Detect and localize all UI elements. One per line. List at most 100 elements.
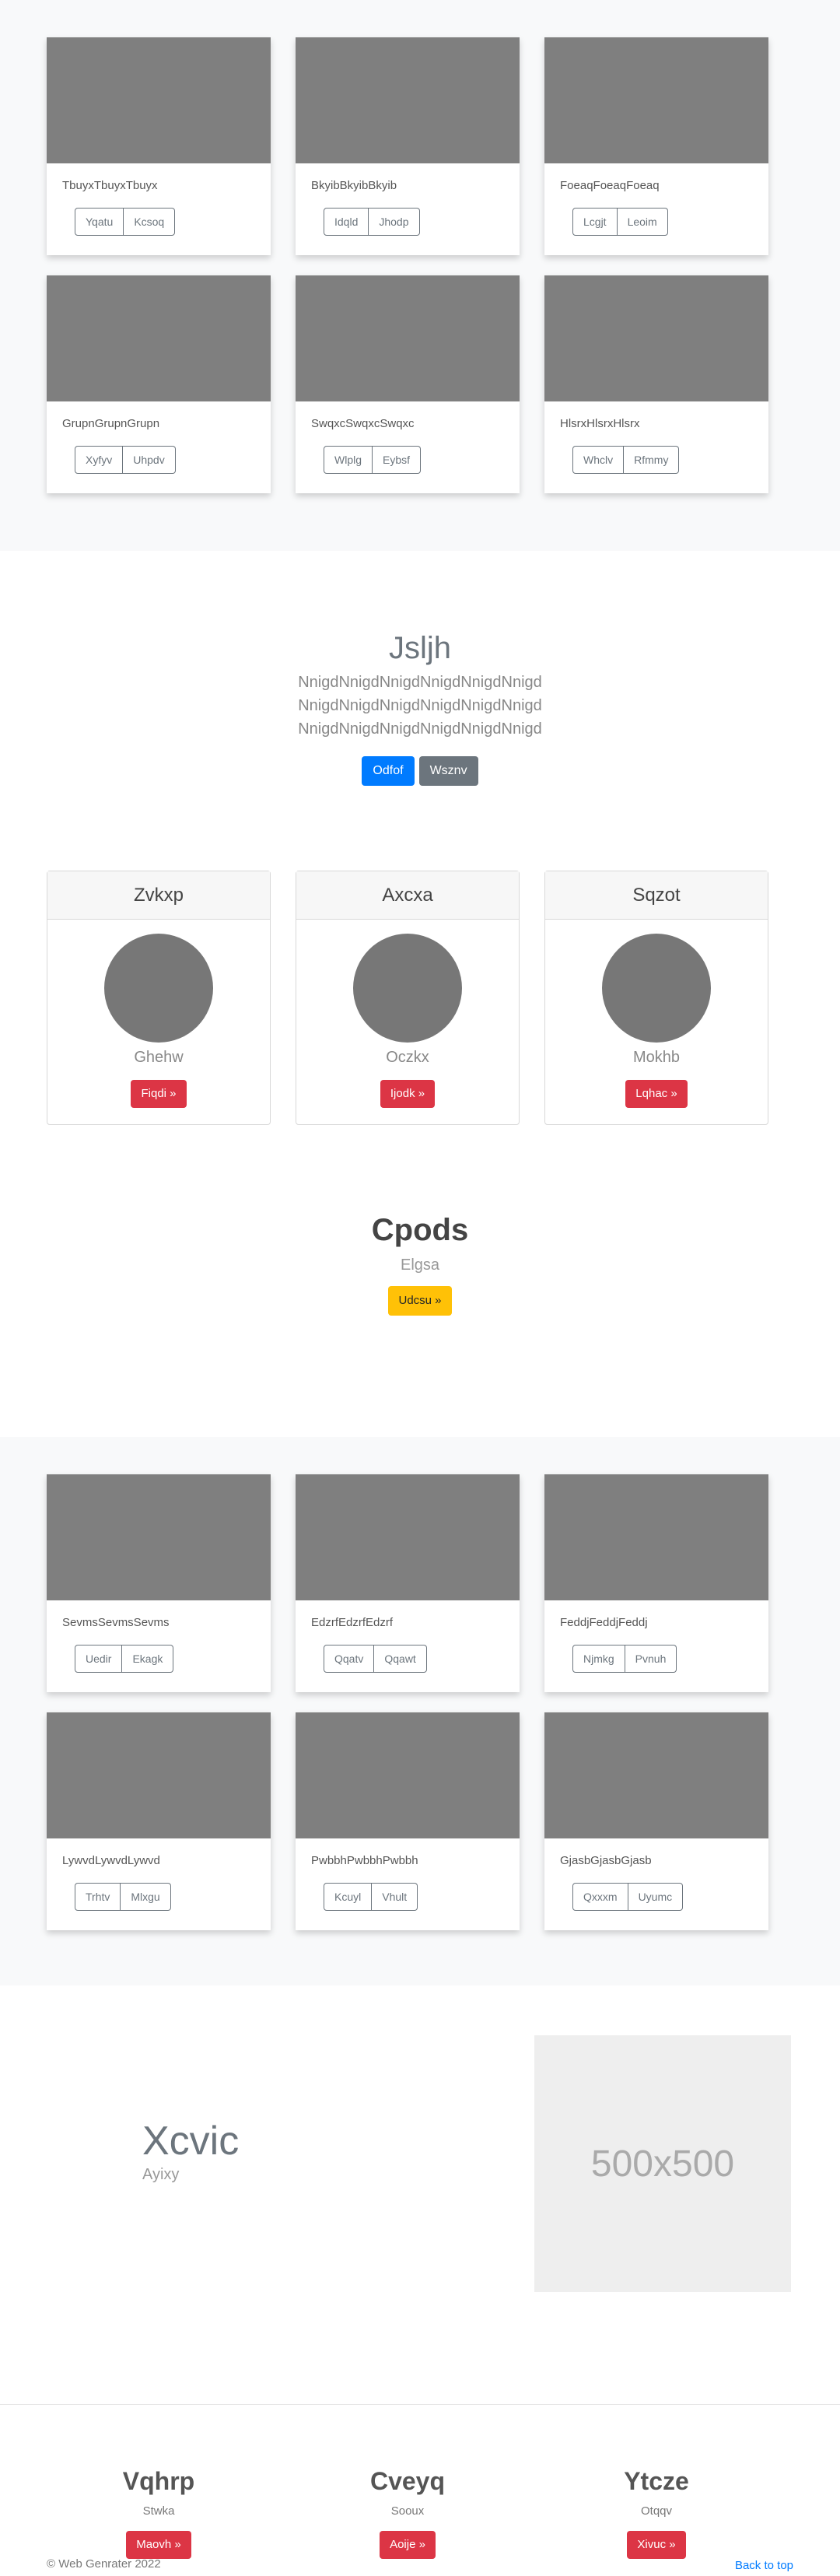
footer-column-title: Ytcze [624, 2467, 689, 2495]
album-card: HlsrxHlsrxHlsrx Whclv Rfmmy [544, 275, 768, 493]
primary-button[interactable]: Odfof [362, 756, 415, 786]
pricing-card-header: Sqzot [545, 871, 768, 920]
thumbnail-image [47, 1712, 271, 1838]
thumbnail-image [296, 275, 520, 401]
album-section-bottom: SevmsSevmsSevms Uedir Ekagk EdzrfEdzrfEd… [0, 1437, 840, 1985]
card-button-1[interactable]: Whclv [572, 446, 625, 474]
card-grid: SevmsSevmsSevms Uedir Ekagk EdzrfEdzrfEd… [47, 1474, 793, 1930]
thumbnail-image [544, 37, 768, 163]
card-button-1[interactable]: Wlplg [324, 446, 373, 474]
card-button-2[interactable]: Qqawt [374, 1645, 427, 1673]
placeholder-image-label: 500x500 [590, 2143, 735, 2185]
card-button-group: Wlplg Eybsf [324, 446, 422, 474]
card-button-2[interactable]: Pvnuh [625, 1645, 677, 1673]
card-button-1[interactable]: Xyfyv [75, 446, 124, 474]
thumbnail-image [47, 37, 271, 163]
card-text: SwqxcSwqxcSwqxc [311, 417, 415, 430]
card-button-2[interactable]: Jhodp [369, 208, 420, 236]
lead-line: NnigdNnigdNnigdNnigdNnigdNnigd [298, 674, 542, 691]
album-card: SevmsSevmsSevms Uedir Ekagk [47, 1474, 271, 1692]
footer-column: Ytcze Otqqv Xivuc » [544, 2467, 768, 2559]
jumbotron-lead: NnigdNnigdNnigdNnigdNnigdNnigd NnigdNnig… [0, 671, 840, 741]
jumbotron-buttons: Odfof Wsznv [0, 756, 840, 786]
card-button-1[interactable]: Njmkg [572, 1645, 625, 1673]
footer-column-subtitle: Sooux [390, 2504, 425, 2518]
avatar-circle [353, 934, 462, 1043]
cta-subtitle: Elgsa [400, 1256, 440, 1274]
pricing-card-button[interactable]: Lqhac » [625, 1080, 688, 1108]
card-text: HlsrxHlsrxHlsrx [560, 417, 640, 430]
card-text: PwbbhPwbbhPwbbh [311, 1854, 418, 1867]
card-button-2[interactable]: Uyumc [628, 1883, 684, 1911]
pricing-card-header: Axcxa [296, 871, 519, 920]
pricing-card: Zvkxp Ghehw Fiqdi » [47, 871, 271, 1125]
card-button-2[interactable]: Mlxgu [121, 1883, 171, 1911]
thumbnail-image [296, 37, 520, 163]
album-card: GrupnGrupnGrupn Xyfyv Uhpdv [47, 275, 271, 493]
avatar-circle [104, 934, 213, 1043]
card-button-1[interactable]: Qqatv [324, 1645, 375, 1673]
card-text: LywvdLywvdLywvd [62, 1854, 160, 1867]
card-text: BkyibBkyibBkyib [311, 179, 397, 192]
thumbnail-image [544, 1474, 768, 1600]
footer-column: Cveyq Sooux Aoije » [296, 2467, 520, 2559]
feature-subtitle: Ayixy [142, 2166, 180, 2183]
pricing-grid: Zvkxp Ghehw Fiqdi » Axcxa Oczkx Ijodk » … [47, 871, 793, 1125]
card-button-1[interactable]: Yqatu [75, 208, 124, 236]
jumbotron-section: Jsljh NnigdNnigdNnigdNnigdNnigdNnigd Nni… [0, 551, 840, 871]
copyright-text: © Web Genrater 2022 [47, 2557, 161, 2571]
footer-column-subtitle: Stwka [142, 2504, 175, 2518]
footer-column-subtitle: Otqqv [640, 2504, 673, 2518]
card-button-2[interactable]: Kcsoq [124, 208, 176, 236]
card-button-1[interactable]: Lcgjt [572, 208, 618, 236]
card-text: GrupnGrupnGrupn [62, 417, 160, 430]
thumbnail-image [47, 1474, 271, 1600]
card-button-group: Qqatv Qqawt [324, 1645, 427, 1673]
pricing-card-button[interactable]: Fiqdi » [131, 1080, 187, 1108]
avatar-circle [602, 934, 711, 1043]
card-button-group: Kcuyl Vhult [324, 1883, 418, 1911]
album-card: LywvdLywvdLywvd Trhtv Mlxgu [47, 1712, 271, 1930]
card-button-2[interactable]: Leoim [617, 208, 668, 236]
card-button-1[interactable]: Idqld [324, 208, 369, 236]
cta-button[interactable]: Udcsu » [388, 1286, 452, 1316]
card-button-1[interactable]: Kcuyl [324, 1883, 373, 1911]
footer: Vqhrp Stwka Maovh » Cveyq Sooux Aoije » … [0, 2405, 840, 2576]
card-text: SevmsSevmsSevms [62, 1616, 170, 1629]
feature-heading: Xcvic [142, 2119, 240, 2164]
card-button-group: Uedir Ekagk [75, 1645, 174, 1673]
thumbnail-image [544, 1712, 768, 1838]
back-to-top-link[interactable]: Back to top [735, 2559, 793, 2572]
album-card: TbuyxTbuyxTbuyx Yqatu Kcsoq [47, 37, 271, 255]
thumbnail-image [47, 275, 271, 401]
pricing-card: Sqzot Mokhb Lqhac » [544, 871, 768, 1125]
card-button-2[interactable]: Rfmmy [624, 446, 680, 474]
card-button-2[interactable]: Ekagk [122, 1645, 174, 1673]
card-button-1[interactable]: Uedir [75, 1645, 123, 1673]
card-text: FeddjFeddjFeddj [560, 1616, 648, 1629]
album-card: SwqxcSwqxcSwqxc Wlplg Eybsf [296, 275, 520, 493]
footer-column-title: Cveyq [369, 2467, 446, 2495]
pricing-card-button[interactable]: Ijodk » [380, 1080, 436, 1108]
card-text: GjasbGjasbGjasb [560, 1854, 652, 1867]
card-button-2[interactable]: Vhult [372, 1883, 418, 1911]
secondary-button[interactable]: Wsznv [418, 756, 478, 786]
card-button-1[interactable]: Qxxxm [572, 1883, 628, 1911]
footer-column-button[interactable]: Xivuc » [627, 2531, 686, 2559]
card-button-2[interactable]: Uhpdv [123, 446, 176, 474]
card-button-group: Qxxxm Uyumc [572, 1883, 684, 1911]
lead-line: NnigdNnigdNnigdNnigdNnigdNnigd [298, 720, 542, 738]
card-button-2[interactable]: Eybsf [373, 446, 422, 474]
footer-column-button[interactable]: Maovh » [126, 2531, 191, 2559]
card-button-1[interactable]: Trhtv [75, 1883, 121, 1911]
album-card: FeddjFeddjFeddj Njmkg Pvnuh [544, 1474, 768, 1692]
placeholder-image: 500x500 [534, 2035, 791, 2292]
pricing-section: Zvkxp Ghehw Fiqdi » Axcxa Oczkx Ijodk » … [0, 871, 840, 1166]
card-button-group: Idqld Jhodp [324, 208, 420, 236]
album-card: FoeaqFoeaqFoeaq Lcgjt Leoim [544, 37, 768, 255]
footer-column-button[interactable]: Aoije » [380, 2531, 436, 2559]
album-card: EdzrfEdzrfEdzrf Qqatv Qqawt [296, 1474, 520, 1692]
footer-column: Vqhrp Stwka Maovh » [47, 2467, 271, 2559]
jumbotron-heading: Jsljh [388, 631, 452, 665]
album-card: GjasbGjasbGjasb Qxxxm Uyumc [544, 1712, 768, 1930]
